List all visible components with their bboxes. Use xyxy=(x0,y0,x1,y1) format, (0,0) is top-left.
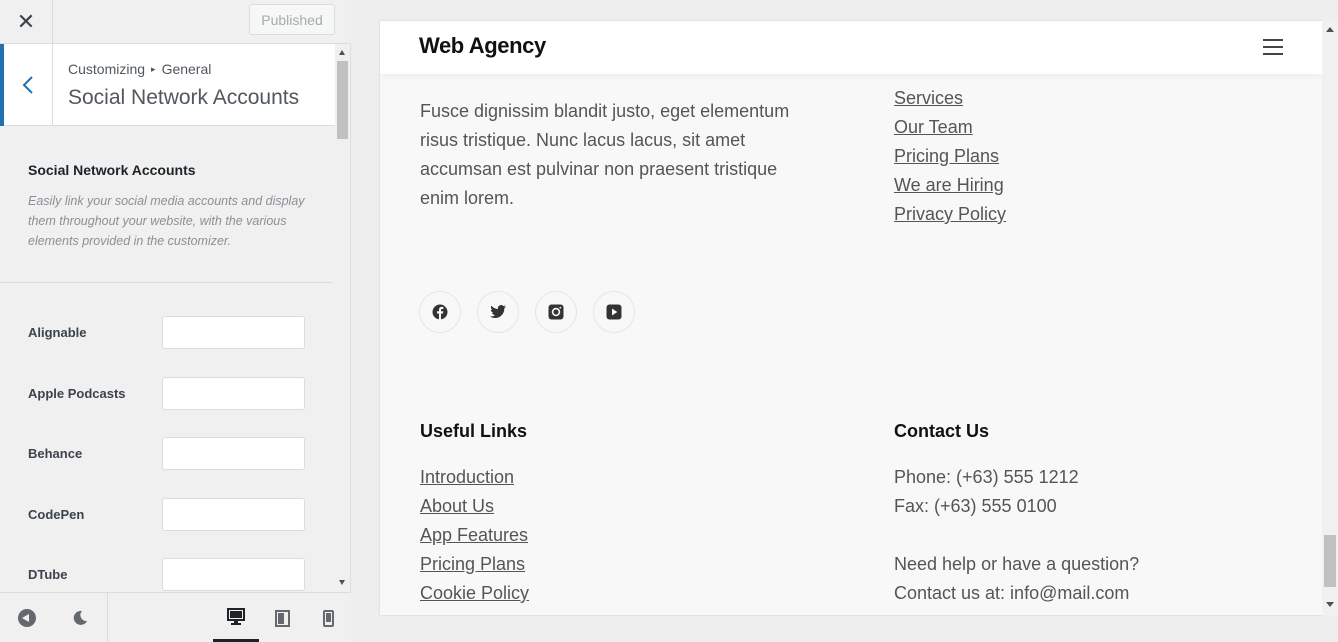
field-label: DTube xyxy=(28,567,68,582)
contact-spacer xyxy=(894,521,1294,550)
footer-link[interactable]: Our Team xyxy=(894,113,1006,142)
footer-link[interactable]: Privacy Policy xyxy=(894,200,1006,229)
facebook-icon xyxy=(432,304,448,320)
breadcrumb-separator-icon: ▸ xyxy=(151,64,156,74)
useful-links-heading: Useful Links xyxy=(420,421,528,441)
field-label: CodePen xyxy=(28,507,85,522)
footer-link[interactable]: Services xyxy=(894,84,1006,113)
section-description: Easily link your social media accounts a… xyxy=(28,194,305,248)
collapse-icon xyxy=(17,609,36,627)
divider xyxy=(0,282,333,283)
contact-info: Phone: (+63) 555 1212 Fax: (+63) 555 010… xyxy=(894,463,1294,608)
breadcrumb-root: Customizing xyxy=(68,61,146,77)
dtube-input[interactable] xyxy=(162,558,305,591)
panel-scrollbar[interactable] xyxy=(335,44,350,592)
footer-link[interactable]: Pricing Plans xyxy=(420,550,529,579)
field-row: Alignable xyxy=(0,316,335,350)
field-row: DTube xyxy=(0,558,335,592)
breadcrumb-section: General xyxy=(161,61,212,77)
section-header: Customizing ▸ General Social Network Accou… xyxy=(0,44,335,126)
contact-heading: Contact Us xyxy=(894,421,990,441)
field-row: Apple Podcasts xyxy=(0,377,335,411)
useful-links-list: Introduction About Us App Features Prici… xyxy=(420,463,529,608)
back-button[interactable] xyxy=(0,44,53,126)
preview-scrollbar[interactable] xyxy=(1322,21,1338,615)
chevron-left-icon xyxy=(22,76,33,94)
dark-mode-button[interactable] xyxy=(53,593,108,642)
quick-links-list: Services Our Team Pricing Plans We are H… xyxy=(894,84,1006,229)
scroll-down-icon[interactable] xyxy=(1326,602,1334,607)
menu-icon[interactable] xyxy=(1263,39,1283,55)
scroll-down-icon[interactable] xyxy=(339,580,345,585)
footer-link[interactable]: Introduction xyxy=(420,463,529,492)
desktop-icon xyxy=(227,607,245,625)
footer-link[interactable]: We are Hiring xyxy=(894,171,1006,200)
mobile-icon xyxy=(322,609,334,627)
twitter-icon xyxy=(490,305,506,318)
footer-about-text: Fusce dignissim blandit justo, eget elem… xyxy=(420,101,790,208)
behance-input[interactable] xyxy=(162,437,305,470)
scrollbar-thumb[interactable] xyxy=(1324,535,1336,587)
section-title: Social Network Accounts xyxy=(68,86,300,109)
youtube-icon xyxy=(606,304,622,320)
site-title[interactable]: Web Agency xyxy=(419,33,546,59)
section-content: Customizing ▸ General Social Network Accou… xyxy=(0,44,351,592)
instagram-link[interactable] xyxy=(535,291,577,333)
footer-link[interactable]: About Us xyxy=(420,492,529,521)
customizer-footer xyxy=(0,592,351,642)
field-label: Alignable xyxy=(28,325,87,340)
breadcrumb: Customizing ▸ General xyxy=(68,61,211,77)
field-row: CodePen xyxy=(0,498,335,532)
field-row: Behance xyxy=(0,437,335,471)
customizer-panel: ✕ Published Customizing ▸ General Social N… xyxy=(0,0,351,642)
footer-link[interactable]: Pricing Plans xyxy=(894,142,1006,171)
customizer-header: ✕ Published xyxy=(0,0,351,44)
preview-desktop-button[interactable] xyxy=(213,593,259,642)
contact-fax: Fax: (+63) 555 0100 xyxy=(894,496,1057,516)
footer-link[interactable]: Cookie Policy xyxy=(420,579,529,608)
moon-icon xyxy=(73,610,87,625)
contact-help: Need help or have a question? xyxy=(894,554,1140,574)
collapse-button[interactable] xyxy=(0,593,53,642)
contact-email: Contact us at: info@mail.com xyxy=(894,583,1130,603)
facebook-link[interactable] xyxy=(419,291,461,333)
description-title: Social Network Accounts xyxy=(28,162,196,178)
youtube-link[interactable] xyxy=(593,291,635,333)
apple-podcasts-input[interactable] xyxy=(162,377,305,410)
footer-link[interactable]: App Features xyxy=(420,521,529,550)
preview-tablet-button[interactable] xyxy=(259,593,305,642)
contact-phone: Phone: (+63) 555 1212 xyxy=(894,467,1079,487)
scrollbar-thumb[interactable] xyxy=(337,61,348,139)
publish-button[interactable]: Published xyxy=(249,4,335,35)
scroll-up-icon[interactable] xyxy=(339,50,345,55)
preview-mobile-button[interactable] xyxy=(305,593,351,642)
field-label: Behance xyxy=(28,446,83,461)
instagram-icon xyxy=(548,304,564,320)
close-icon[interactable]: ✕ xyxy=(0,0,53,44)
tablet-icon xyxy=(274,609,290,627)
alignable-input[interactable] xyxy=(162,316,305,349)
site-header: Web Agency xyxy=(380,21,1322,74)
field-label: Apple Podcasts xyxy=(28,386,126,401)
twitter-link[interactable] xyxy=(477,291,519,333)
codepen-input[interactable] xyxy=(162,498,305,531)
site-preview: Web Agency Fusce dignissim blandit justo… xyxy=(380,21,1322,615)
scroll-up-icon[interactable] xyxy=(1326,27,1334,32)
